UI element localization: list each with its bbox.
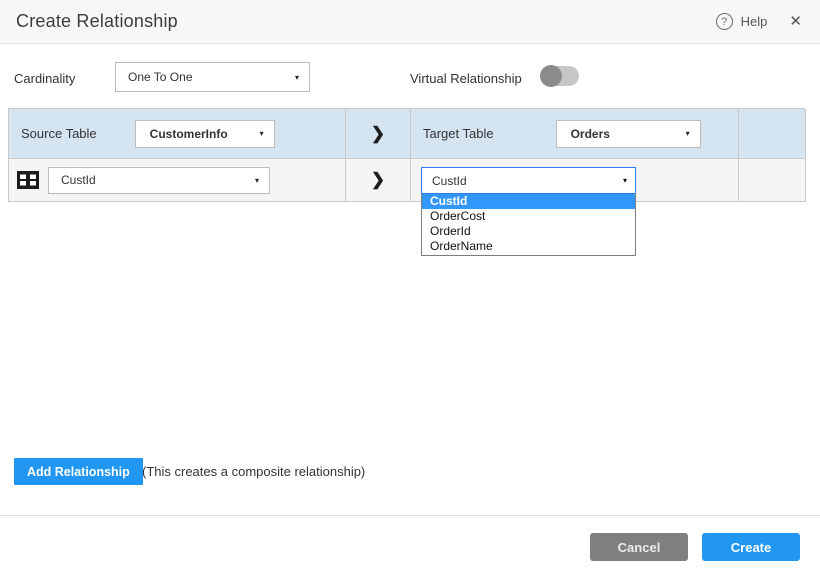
- virtual-relationship-label: Virtual Relationship: [410, 71, 522, 86]
- dialog-titlebar: Create Relationship ? Help ✕: [0, 0, 820, 44]
- cardinality-dropdown[interactable]: One To One ▾: [115, 62, 310, 92]
- dropdown-arrow-icon: ▾: [255, 176, 259, 185]
- header-chevron-cell: ❯: [346, 109, 411, 159]
- source-table-cell: Source Table CustomerInfo ▾: [9, 109, 346, 159]
- chevron-right-icon: ❯: [371, 170, 385, 190]
- row-chevron-cell: ❯: [346, 159, 411, 202]
- option-orderid[interactable]: OrderId: [422, 224, 635, 239]
- help-link[interactable]: Help: [741, 14, 768, 29]
- option-custid[interactable]: CustId: [422, 194, 635, 209]
- option-ordercost[interactable]: OrderCost: [422, 209, 635, 224]
- source-table-label: Source Table: [21, 126, 97, 141]
- create-relationship-dialog: Create Relationship ? Help ✕ Cardinality…: [0, 0, 820, 577]
- virtual-relationship-toggle[interactable]: [541, 66, 579, 86]
- footer-divider: [0, 515, 820, 516]
- titlebar-actions: ? Help ✕: [716, 13, 802, 30]
- cardinality-label: Cardinality: [14, 71, 75, 86]
- target-field-option-list: CustId OrderCost OrderId OrderName: [421, 194, 636, 256]
- composite-relationship-hint: (This creates a composite relationship): [142, 464, 365, 479]
- create-button[interactable]: Create: [702, 533, 800, 561]
- table-grid-icon: [17, 171, 39, 189]
- target-table-value: Orders: [557, 127, 610, 141]
- dialog-title: Create Relationship: [16, 11, 178, 32]
- help-icon-glyph: ?: [721, 16, 727, 28]
- target-field-cell: CustId ▾ CustId OrderCost OrderId OrderN…: [411, 159, 739, 202]
- target-table-label: Target Table: [423, 126, 494, 141]
- toggle-knob: [540, 65, 562, 87]
- dropdown-arrow-icon: ▾: [260, 129, 264, 138]
- cardinality-value: One To One: [116, 70, 193, 84]
- source-field-dropdown[interactable]: CustId ▾: [48, 167, 270, 194]
- row-empty-cell: [739, 159, 806, 202]
- source-field-cell: CustId ▾: [9, 159, 346, 202]
- target-field-value: CustId: [422, 174, 467, 188]
- source-field-value: CustId: [49, 173, 96, 187]
- dropdown-arrow-icon: ▾: [623, 176, 627, 185]
- source-table-dropdown[interactable]: CustomerInfo ▾: [135, 120, 275, 148]
- target-table-dropdown[interactable]: Orders ▾: [556, 120, 701, 148]
- dropdown-arrow-icon: ▾: [686, 129, 690, 138]
- close-icon[interactable]: ✕: [789, 14, 802, 29]
- target-table-cell: Target Table Orders ▾: [411, 109, 739, 159]
- header-empty-cell: [739, 109, 806, 159]
- source-table-value: CustomerInfo: [136, 127, 228, 141]
- target-field-dropdown[interactable]: CustId ▾: [421, 167, 636, 194]
- help-icon[interactable]: ?: [716, 13, 733, 30]
- cancel-button[interactable]: Cancel: [590, 533, 688, 561]
- relationship-table: Source Table CustomerInfo ▾ ❯ Target Tab…: [8, 108, 805, 202]
- chevron-right-icon: ❯: [371, 124, 385, 144]
- add-relationship-button[interactable]: Add Relationship: [14, 458, 143, 485]
- dropdown-arrow-icon: ▾: [295, 73, 299, 82]
- option-ordername[interactable]: OrderName: [422, 239, 635, 254]
